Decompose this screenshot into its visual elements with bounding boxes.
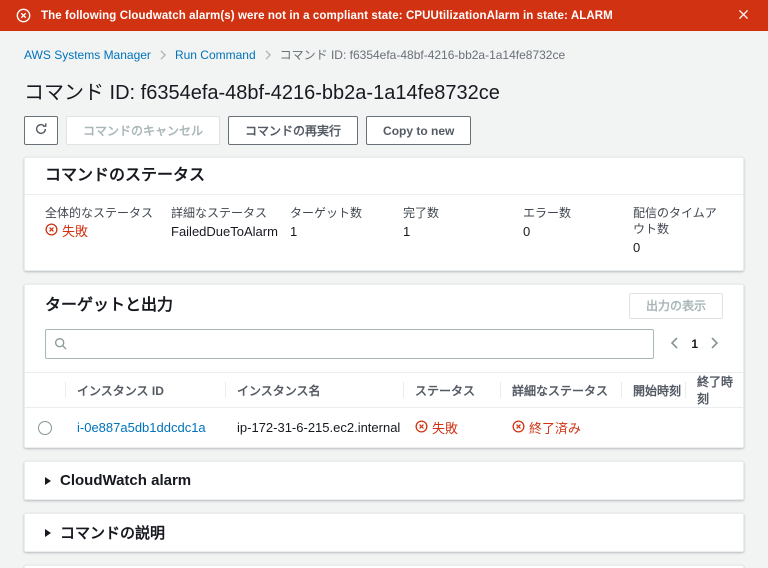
table-row: i-0e887a5db1ddcdc1a ip-172-31-6-215.ec2.… (25, 407, 743, 447)
next-page-button[interactable] (708, 335, 721, 354)
targets-output-card: ターゲットと出力 出力の表示 1 インスタンス ID インスタンス名 ステータス… (24, 284, 744, 448)
command-status-card: コマンドのステータス 全体的なステータス 失敗 詳細なステータス FailedD… (24, 157, 744, 271)
col-header-detailed-status: 詳細なステータス (500, 373, 621, 407)
completed-count-value: 1 (403, 224, 411, 239)
instance-id-link[interactable]: i-0e887a5db1ddcdc1a (77, 420, 206, 435)
table-header-row: インスタンス ID インスタンス名 ステータス 詳細なステータス 開始時刻 終了… (25, 373, 743, 407)
flashbar-message: The following Cloudwatch alarm(s) were n… (41, 9, 613, 22)
status-error-icon (415, 419, 428, 436)
row-status-value: 失敗 (432, 421, 459, 436)
error-count-value: 0 (523, 224, 531, 239)
page-title: コマンド ID: f6354efa-48bf-4216-bb2a-1a14fe8… (24, 82, 500, 104)
previous-page-button[interactable] (668, 335, 681, 354)
chevron-right-icon (159, 49, 167, 60)
status-error-icon (45, 223, 58, 241)
overall-status-label: 全体的なステータス (45, 206, 154, 220)
breadcrumb-current: コマンド ID: f6354efa-48bf-4216-bb2a-1a14fe8… (279, 48, 566, 62)
expand-triangle-icon (45, 528, 51, 537)
detailed-status-label: 詳細なステータス (171, 206, 268, 220)
current-page-number: 1 (691, 337, 698, 351)
error-flashbar: The following Cloudwatch alarm(s) were n… (0, 0, 768, 31)
command-status-title: コマンドのステータス (45, 167, 206, 184)
row-radio-button[interactable] (38, 420, 52, 435)
col-header-start-time: 開始時刻 (621, 373, 685, 407)
col-header-instance-name: インスタンス名 (225, 373, 403, 407)
close-icon (737, 8, 750, 24)
col-header-end-time: 終了時刻 (685, 373, 743, 407)
col-header-instance-id: インスタンス ID (65, 373, 225, 407)
detailed-status-value: FailedDueToAlarm (171, 224, 278, 239)
chevron-left-icon (670, 336, 679, 352)
search-icon (54, 337, 68, 354)
instance-name-cell: ip-172-31-6-215.ec2.internal (237, 420, 401, 435)
chevron-right-icon (264, 49, 272, 60)
command-status-grid: 全体的なステータス 失敗 詳細なステータス FailedDueToAlarm タ… (25, 195, 743, 270)
delivery-timeout-label: 配信のタイムアウト数 (633, 206, 717, 236)
chevron-right-icon (710, 336, 719, 352)
cancel-command-button[interactable]: コマンドのキャンセル (66, 116, 221, 145)
refresh-button[interactable] (24, 116, 58, 145)
accordion-cloudwatch-alarm[interactable]: CloudWatch alarm (24, 461, 744, 500)
copy-to-new-button[interactable]: Copy to new (366, 116, 472, 145)
main-content: AWS Systems Manager Run Command コマンド ID:… (0, 31, 768, 568)
row-end-time (685, 408, 743, 447)
rerun-command-button[interactable]: コマンドの再実行 (228, 116, 359, 145)
status-error-icon (512, 419, 525, 436)
expand-triangle-icon (45, 476, 51, 485)
error-circle-icon (16, 8, 31, 23)
col-header-status: ステータス (403, 373, 500, 407)
row-start-time (621, 408, 685, 447)
accordion-title: コマンドの説明 (60, 525, 166, 542)
overall-status-value: 失敗 (62, 224, 89, 239)
refresh-icon (34, 122, 48, 139)
breadcrumb: AWS Systems Manager Run Command コマンド ID:… (24, 31, 744, 63)
targets-output-title: ターゲットと出力 (45, 297, 174, 314)
search-input[interactable] (45, 329, 655, 359)
completed-count-label: 完了数 (403, 206, 440, 220)
accordion-title: CloudWatch alarm (60, 472, 192, 489)
targets-table: インスタンス ID インスタンス名 ステータス 詳細なステータス 開始時刻 終了… (25, 372, 743, 447)
breadcrumb-systems-manager[interactable]: AWS Systems Manager (24, 48, 151, 62)
delivery-timeout-value: 0 (633, 240, 641, 255)
target-count-label: ターゲット数 (290, 206, 363, 220)
view-output-button[interactable]: 出力の表示 (628, 293, 723, 319)
flashbar-close-button[interactable] (735, 6, 752, 26)
target-count-value: 1 (290, 224, 298, 239)
accordion-command-description[interactable]: コマンドの説明 (24, 513, 744, 552)
breadcrumb-run-command[interactable]: Run Command (175, 48, 256, 62)
toolbar: コマンドのキャンセル コマンドの再実行 Copy to new (24, 116, 744, 145)
filter-row: 1 (25, 327, 743, 372)
error-count-label: エラー数 (523, 206, 572, 220)
pagination: 1 (666, 335, 723, 354)
row-detailed-status-value: 終了済み (529, 421, 582, 436)
